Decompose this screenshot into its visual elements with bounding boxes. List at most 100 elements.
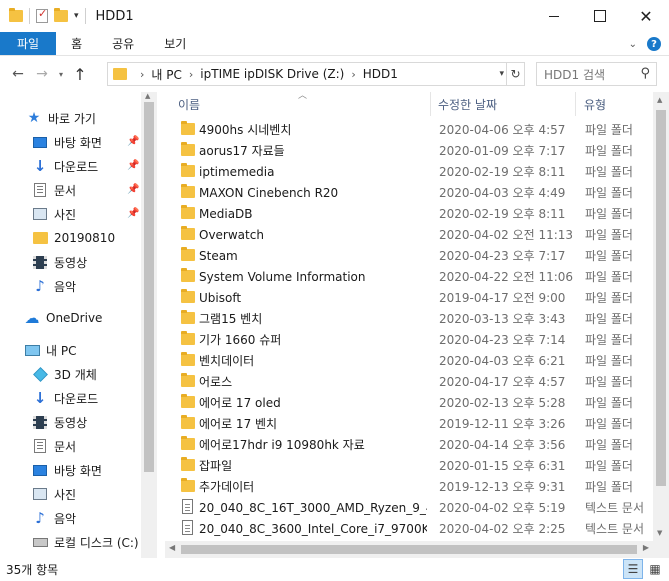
expand-ribbon-chevron-icon[interactable]: ⌄ [629, 39, 637, 50]
sidebar-item-20190810[interactable]: 20190810 [32, 227, 115, 249]
table-row[interactable]: 20_040_8C_3600_Intel_Core_i7_9700K_... 20… [165, 518, 653, 539]
table-row[interactable]: Ubisoft 2019-04-17 오전 9:00 파일 폴더 [165, 287, 653, 308]
scroll-up-arrow-icon[interactable]: ▲ [145, 92, 150, 100]
scrollbar-thumb[interactable] [181, 545, 637, 554]
close-button[interactable]: ✕ [623, 0, 669, 32]
large-icons-view-icon[interactable]: ▦ [645, 559, 665, 579]
table-row[interactable]: 에어로 17 벤치 2019-12-11 오후 3:26 파일 폴더 [165, 413, 653, 434]
back-arrow-icon[interactable]: ← [6, 62, 30, 86]
pin-icon[interactable]: 📌 [127, 208, 139, 219]
table-row[interactable]: 추가데이터 2019-12-13 오후 9:31 파일 폴더 [165, 476, 653, 497]
table-row[interactable]: Overwatch 2020-04-02 오전 11:13 파일 폴더 [165, 224, 653, 245]
sidebar-item-onedrive[interactable]: ☁ OneDrive [24, 307, 103, 329]
sidebar-item-label: 3D 개체 [54, 367, 97, 382]
breadcrumb-drive[interactable]: ipTIME ipDISK Drive (Z:) [200, 67, 344, 81]
file-type: 파일 폴더 [585, 291, 633, 305]
sidebar-item-pc-downloads[interactable]: ↓ 다운로드 [32, 387, 98, 409]
file-date: 2020-04-02 오전 11:13 [439, 228, 574, 242]
refresh-icon[interactable]: ↻ [506, 63, 524, 85]
table-row[interactable]: 에어로17hdr i9 10980hk 자료 2020-04-14 오후 3:56… [165, 434, 653, 455]
table-row[interactable]: iptimemedia 2020-02-19 오후 8:11 파일 폴더 [165, 161, 653, 182]
breadcrumb-my-pc[interactable]: 내 PC [151, 66, 181, 83]
table-row[interactable]: MediaDB 2020-02-19 오후 8:11 파일 폴더 [165, 203, 653, 224]
file-type: 파일 폴더 [585, 438, 633, 452]
sidebar-item-3d-objects[interactable]: 3D 개체 [32, 363, 97, 385]
table-row[interactable]: 잡파일 2020-01-15 오후 6:31 파일 폴더 [165, 455, 653, 476]
sidebar-item-this-pc[interactable]: 내 PC [24, 339, 76, 361]
table-row[interactable]: 어로스 2020-04-17 오후 4:57 파일 폴더 [165, 371, 653, 392]
file-date: 2020-02-19 오후 8:11 [439, 165, 566, 179]
navigation-row: ← → ▾ ↑ › 내 PC › ipTIME ipDISK Drive (Z:… [0, 56, 669, 92]
file-date: 2020-02-19 오후 8:11 [439, 207, 566, 221]
address-history-chevron-icon[interactable]: ▾ [499, 63, 504, 85]
help-icon[interactable]: ? [647, 37, 661, 51]
scrollbar-thumb[interactable] [144, 102, 154, 472]
navigation-pane-scrollbar[interactable]: ▲ [141, 92, 157, 558]
file-date: 2020-04-02 오후 2:25 [439, 522, 566, 536]
scroll-down-arrow-icon[interactable]: ▼ [657, 529, 662, 537]
sidebar-item-local-disk-c[interactable]: 로컬 디스크 (C:) [32, 531, 139, 553]
table-row[interactable]: aorus17 자료들 2020-01-09 오후 7:17 파일 폴더 [165, 140, 653, 161]
properties-icon[interactable] [36, 7, 48, 23]
file-list-vertical-scrollbar[interactable]: ▲ ▼ [653, 92, 669, 541]
tab-view[interactable]: 보기 [149, 32, 201, 55]
customize-toolbar-chevron-icon[interactable]: ▾ [74, 11, 79, 21]
scrollbar-corner [653, 541, 669, 558]
sidebar-item-documents[interactable]: 문서 [32, 179, 76, 201]
table-row[interactable]: Steam 2020-04-23 오후 7:17 파일 폴더 [165, 245, 653, 266]
tab-home[interactable]: 홈 [56, 32, 97, 55]
sidebar-item-videos[interactable]: 동영상 [32, 251, 87, 273]
table-row[interactable]: 20_040_8C_16T_3000_AMD_Ryzen_9_4... 2020-… [165, 497, 653, 518]
pictures-icon [33, 488, 47, 500]
details-view-icon[interactable]: ☰ [623, 559, 643, 579]
column-header-name[interactable]: 이름 [178, 95, 200, 113]
table-row[interactable]: 4900hs 시네벤치 2020-04-06 오후 4:57 파일 폴더 [165, 119, 653, 140]
sidebar-item-pictures[interactable]: 사진 [32, 203, 76, 225]
table-row[interactable]: 벤치데이터 2020-04-03 오후 6:21 파일 폴더 [165, 350, 653, 371]
file-list-horizontal-scrollbar[interactable]: ◀ ▶ [165, 541, 653, 558]
sidebar-item-desktop[interactable]: 바탕 화면 [32, 131, 102, 153]
breadcrumb-hdd1[interactable]: HDD1 [363, 67, 398, 81]
file-date: 2020-01-09 오후 7:17 [439, 144, 566, 158]
new-folder-icon[interactable] [54, 8, 68, 22]
minimize-button[interactable] [531, 0, 577, 32]
table-row[interactable]: 그램15 벤치 2020-03-13 오후 3:43 파일 폴더 [165, 308, 653, 329]
pin-icon[interactable]: 📌 [127, 160, 139, 171]
table-row[interactable]: 기가 1660 슈퍼 2020-04-23 오후 7:14 파일 폴더 [165, 329, 653, 350]
column-header-date[interactable]: 수정한 날짜 [438, 95, 497, 113]
pin-icon[interactable]: 📌 [127, 184, 139, 195]
sidebar-item-pc-desktop[interactable]: 바탕 화면 [32, 459, 102, 481]
breadcrumb-chevron-icon[interactable]: › [140, 68, 144, 81]
column-divider[interactable] [430, 92, 431, 116]
breadcrumb-chevron-icon[interactable]: › [189, 68, 193, 81]
sidebar-item-quick-access[interactable]: ★ 바로 가기 [26, 107, 96, 129]
sidebar-item-downloads[interactable]: ↓ 다운로드 [32, 155, 98, 177]
table-row[interactable]: MAXON Cinebench R20 2020-04-03 오후 4:49 파일 … [165, 182, 653, 203]
folder-icon [181, 289, 195, 303]
scroll-right-arrow-icon[interactable]: ▶ [643, 543, 649, 552]
pin-icon[interactable]: 📌 [127, 136, 139, 147]
column-divider[interactable] [575, 92, 576, 116]
sidebar-item-music[interactable]: ♪ 음악 [32, 275, 76, 297]
sidebar-item-pc-videos[interactable]: 동영상 [32, 411, 87, 433]
maximize-button[interactable] [577, 0, 623, 32]
tab-share[interactable]: 공유 [97, 32, 149, 55]
scroll-left-arrow-icon[interactable]: ◀ [169, 543, 175, 552]
breadcrumb-chevron-icon[interactable]: › [351, 68, 355, 81]
scroll-up-arrow-icon[interactable]: ▲ [657, 96, 662, 104]
sidebar-item-label: 동영상 [54, 415, 88, 430]
recent-locations-chevron-icon[interactable]: ▾ [54, 62, 68, 86]
scrollbar-thumb[interactable] [656, 110, 666, 486]
forward-arrow-icon[interactable]: → [30, 62, 54, 86]
sidebar-item-pc-pictures[interactable]: 사진 [32, 483, 76, 505]
file-type: 파일 폴더 [585, 375, 633, 389]
table-row[interactable]: System Volume Information 2020-04-22 오전 1… [165, 266, 653, 287]
sidebar-item-pc-documents[interactable]: 문서 [32, 435, 76, 457]
sidebar-item-pc-music[interactable]: ♪ 음악 [32, 507, 76, 529]
column-header-type[interactable]: 유형 [584, 95, 606, 113]
tab-file[interactable]: 파일 [0, 32, 57, 55]
address-bar[interactable]: › 내 PC › ipTIME ipDISK Drive (Z:) › HDD1… [107, 62, 525, 86]
search-input[interactable]: HDD1 검색 ⚲ [536, 62, 657, 86]
up-arrow-icon[interactable]: ↑ [68, 62, 92, 86]
table-row[interactable]: 에어로 17 oled 2020-02-13 오후 5:28 파일 폴더 [165, 392, 653, 413]
